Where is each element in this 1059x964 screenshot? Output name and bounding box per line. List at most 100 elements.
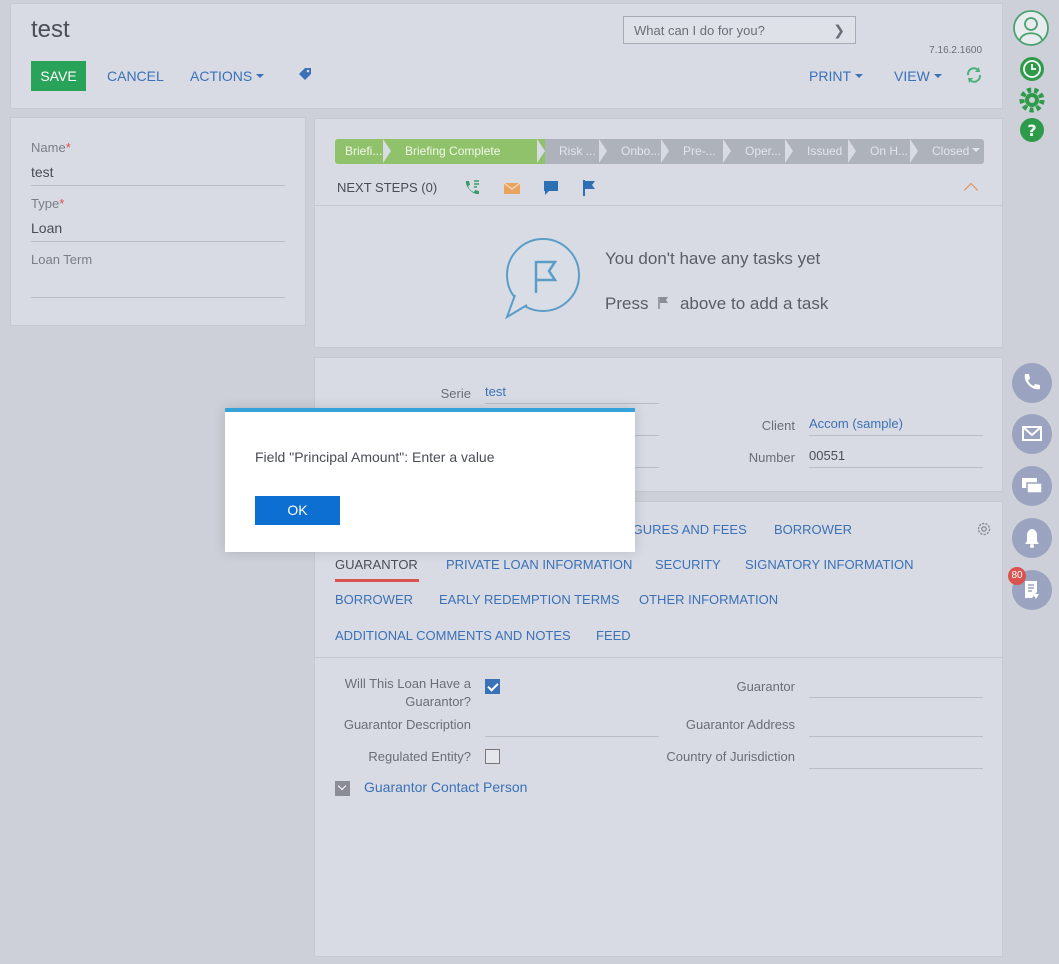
country-of-jurisdiction-label: Country of Jurisdiction	[666, 749, 795, 764]
loan-term-label: Loan Term	[31, 252, 93, 267]
cancel-button[interactable]: CANCEL	[107, 68, 164, 84]
bell-icon	[1025, 529, 1039, 548]
serie-label: Serie	[440, 386, 471, 401]
version-label: 7.16.2.1600	[929, 45, 982, 56]
number-field[interactable]: 00551	[809, 448, 983, 468]
clock-icon[interactable]	[1019, 56, 1045, 82]
stage-item[interactable]: Briefing Complete	[391, 139, 545, 164]
flag-bubble-icon	[505, 238, 580, 320]
chat-button[interactable]	[1012, 466, 1052, 506]
guarantor-address-label: Guarantor Address	[685, 717, 795, 732]
tab-feed[interactable]: FEED	[596, 628, 631, 643]
validation-dialog: Field "Principal Amount": Enter a value …	[225, 408, 635, 552]
svg-text:?: ?	[1027, 121, 1036, 140]
stage-item[interactable]: On H...	[856, 139, 918, 164]
chat-icon	[1022, 478, 1043, 494]
client-label: Client	[761, 418, 795, 433]
view-menu[interactable]: VIEW	[894, 68, 942, 84]
actions-menu[interactable]: ACTIONS	[190, 68, 265, 84]
will-have-guarantor-label: Will This Loan Have a Guarantor?	[344, 676, 471, 709]
message-icon[interactable]	[542, 179, 560, 197]
will-have-guarantor-checkbox[interactable]	[485, 679, 500, 694]
chevron-right-icon: ❯	[833, 22, 845, 38]
divider	[315, 657, 1002, 658]
header-panel: test SAVE CANCEL ACTIONS What can I do f…	[10, 3, 1003, 109]
guarantor-description-label: Guarantor Description	[343, 717, 471, 732]
tab-borrower-2[interactable]: BORROWER	[335, 592, 413, 607]
email-icon	[1022, 426, 1042, 441]
guarantor-address-field[interactable]	[809, 717, 983, 737]
tab-private-loan-information[interactable]: PRIVATE LOAN INFORMATION	[446, 557, 632, 572]
tab-security[interactable]: SECURITY	[655, 557, 721, 572]
tag-icon[interactable]	[298, 68, 312, 82]
email-button[interactable]	[1012, 414, 1052, 454]
notifications-button[interactable]	[1012, 518, 1052, 558]
gear-icon[interactable]	[976, 521, 992, 537]
chevron-down-icon	[855, 73, 863, 78]
type-field[interactable]: Loan	[31, 220, 285, 242]
chevron-down-icon	[933, 73, 942, 78]
stage-item[interactable]: Risk ...	[545, 139, 607, 164]
tab-early-redemption-terms[interactable]: EARLY REDEMPTION TERMS	[439, 592, 620, 607]
primary-fields-panel: Name* test Type* Loan Loan Term	[10, 117, 306, 326]
print-menu[interactable]: PRINT	[809, 68, 863, 84]
serie-field[interactable]: test	[485, 384, 659, 404]
actions-label: ACTIONS	[190, 68, 253, 84]
flag-icon	[658, 297, 669, 309]
stage-item[interactable]: Oper...	[731, 139, 793, 164]
tab-other-information[interactable]: OTHER INFORMATION	[639, 592, 778, 607]
stage-item[interactable]: Issued	[793, 139, 856, 164]
email-icon[interactable]	[503, 179, 521, 197]
empty-tasks-title: You don't have any tasks yet	[605, 249, 821, 268]
stage-item[interactable]: Briefi...	[335, 139, 391, 164]
number-label: Number	[748, 450, 795, 465]
tab-figures-and-fees[interactable]: IGURES AND FEES	[629, 522, 747, 537]
page-title: test	[31, 16, 70, 43]
view-label: VIEW	[894, 68, 930, 84]
gear-icon[interactable]	[1018, 86, 1046, 114]
stages-panel: Briefi... Briefing Complete Risk ... Onb…	[314, 118, 1003, 348]
country-of-jurisdiction-field[interactable]	[809, 749, 983, 769]
notification-count-badge: 80	[1008, 567, 1026, 585]
next-steps-tab[interactable]: NEXT STEPS (0)	[337, 180, 437, 195]
guarantor-description-field[interactable]	[485, 717, 659, 737]
client-field[interactable]: Accom (sample)	[809, 416, 983, 436]
flag-icon[interactable]	[581, 179, 599, 197]
dialog-message: Field "Principal Amount": Enter a value	[255, 449, 495, 465]
phone-icon	[1024, 374, 1040, 390]
regulated-entity-label: Regulated Entity?	[368, 749, 471, 764]
details-tabs-panel: IGURES AND FEES BORROWER GUARANTOR PRIVA…	[314, 501, 1003, 957]
empty-tasks-hint: Press above to add a task	[605, 294, 829, 313]
guarantor-contact-person-group[interactable]: Guarantor Contact Person	[364, 779, 527, 795]
search-input[interactable]: What can I do for you? ❯	[623, 16, 856, 44]
guarantor-field[interactable]	[809, 678, 983, 698]
tab-guarantor[interactable]: GUARANTOR	[335, 557, 418, 572]
group-collapse-icon[interactable]	[335, 781, 350, 796]
regulated-entity-checkbox[interactable]	[485, 749, 500, 764]
stage-item[interactable]: Onbo...	[607, 139, 669, 164]
tab-borrower[interactable]: BORROWER	[774, 522, 852, 537]
type-label: Type*	[31, 196, 65, 211]
tab-signatory-information[interactable]: SIGNATORY INFORMATION	[745, 557, 914, 572]
ok-button[interactable]: OK	[255, 496, 340, 525]
phone-button[interactable]	[1012, 363, 1052, 403]
active-tab-indicator	[335, 579, 419, 582]
collapse-icon[interactable]	[963, 182, 979, 198]
stage-bar: Briefi... Briefing Complete Risk ... Onb…	[335, 139, 984, 164]
stage-item[interactable]: Pre-...	[669, 139, 731, 164]
search-placeholder: What can I do for you?	[634, 23, 765, 38]
divider	[315, 205, 1002, 206]
name-field[interactable]: test	[31, 164, 285, 186]
save-button[interactable]: SAVE	[31, 61, 86, 91]
print-label: PRINT	[809, 68, 851, 84]
help-icon[interactable]: ?	[1019, 117, 1045, 143]
refresh-icon[interactable]	[965, 66, 983, 84]
call-icon[interactable]	[463, 179, 481, 197]
loan-term-field[interactable]	[31, 276, 285, 298]
avatar[interactable]	[1012, 9, 1050, 47]
tab-additional-comments-and-notes[interactable]: ADDITIONAL COMMENTS AND NOTES	[335, 628, 571, 643]
stage-item[interactable]: Closed	[918, 139, 984, 164]
guarantor-label: Guarantor	[736, 679, 795, 694]
name-label: Name*	[31, 140, 71, 155]
chevron-down-icon	[256, 73, 265, 78]
